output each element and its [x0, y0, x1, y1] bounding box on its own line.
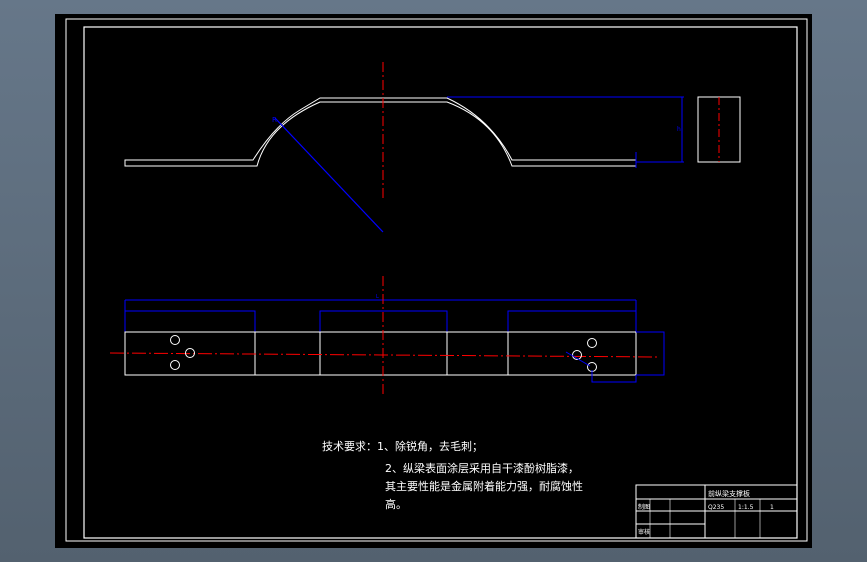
height-dim-text: h — [677, 126, 681, 133]
scale: 1:1.5 — [738, 504, 754, 511]
notes-heading: 技术要求：1、除锐角，去毛刺； — [322, 439, 483, 453]
quantity: 1 — [770, 504, 774, 511]
cad-viewport: R h L 技术要求：1、除锐角，去毛刺； 2、纵梁表面涂层采用自干漆酚树脂漆，… — [0, 0, 867, 562]
notes-line-2: 2、纵梁表面涂层采用自干漆酚树脂漆， — [385, 461, 579, 475]
overall-dim-text: L — [376, 294, 379, 300]
notes-line-3: 其主要性能是金属附着能力强，耐腐蚀性 — [385, 479, 583, 493]
part-name: 前纵梁支撑板 — [708, 489, 750, 498]
notes-line-4: 高。 — [385, 497, 407, 511]
material: Q235 — [708, 504, 724, 511]
drafter-label: 制图 — [638, 503, 650, 511]
checker-label: 审核 — [638, 528, 650, 536]
radius-label: R — [272, 116, 277, 124]
drawing-canvas: R h L 技术要求：1、除锐角，去毛刺； 2、纵梁表面涂层采用自干漆酚树脂漆，… — [55, 14, 812, 548]
